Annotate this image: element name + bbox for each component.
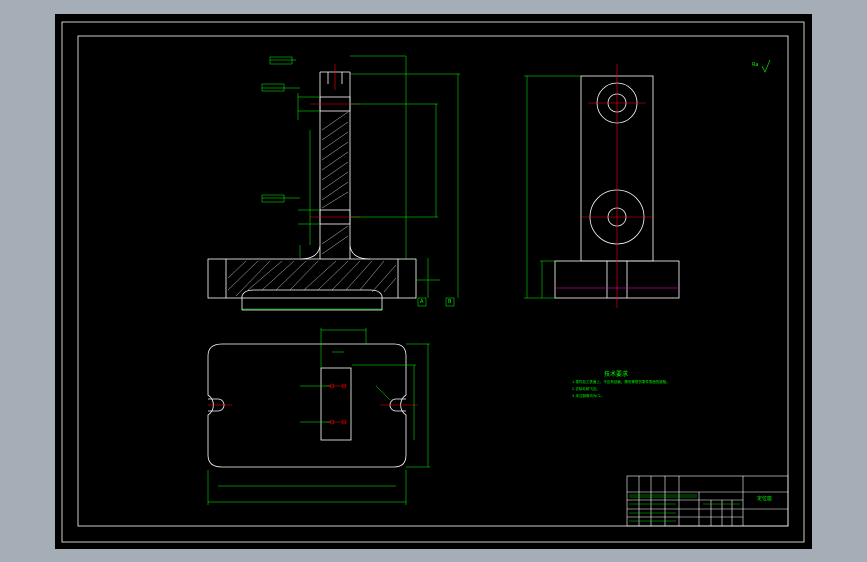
front-view (207, 71, 417, 311)
drawing-sheet[interactable] (0, 0, 867, 562)
side-view-centerlines (582, 64, 652, 308)
sheet-outer-border (61, 21, 805, 543)
technical-note-line: 1.零件加工表面上，不应有划痕、擦伤等损伤零件表面的缺陷。 (572, 380, 670, 384)
side-view-dimensions (524, 75, 581, 299)
datum-label-b: B (448, 299, 452, 305)
datum-label-a: A (420, 299, 424, 305)
sheet-inner-border (77, 35, 789, 527)
technical-note-line: 3.未注倒角均为C1。 (572, 394, 605, 398)
front-view-dimensions (242, 55, 460, 310)
top-view-dimensions (207, 328, 430, 505)
gd-t-frames (261, 56, 455, 307)
roughness-symbol (761, 59, 771, 73)
top-view-centerlines (208, 383, 418, 425)
section-hatch (227, 111, 397, 297)
top-view (207, 343, 407, 468)
technical-note-line: 2.去除毛刺飞边。 (572, 387, 600, 391)
technical-notes-title: 技术要求 (604, 371, 629, 378)
front-view-centerlines (310, 64, 360, 218)
roughness-label: Ra (752, 62, 759, 68)
title-block-part-name: 定位座 (757, 496, 773, 502)
